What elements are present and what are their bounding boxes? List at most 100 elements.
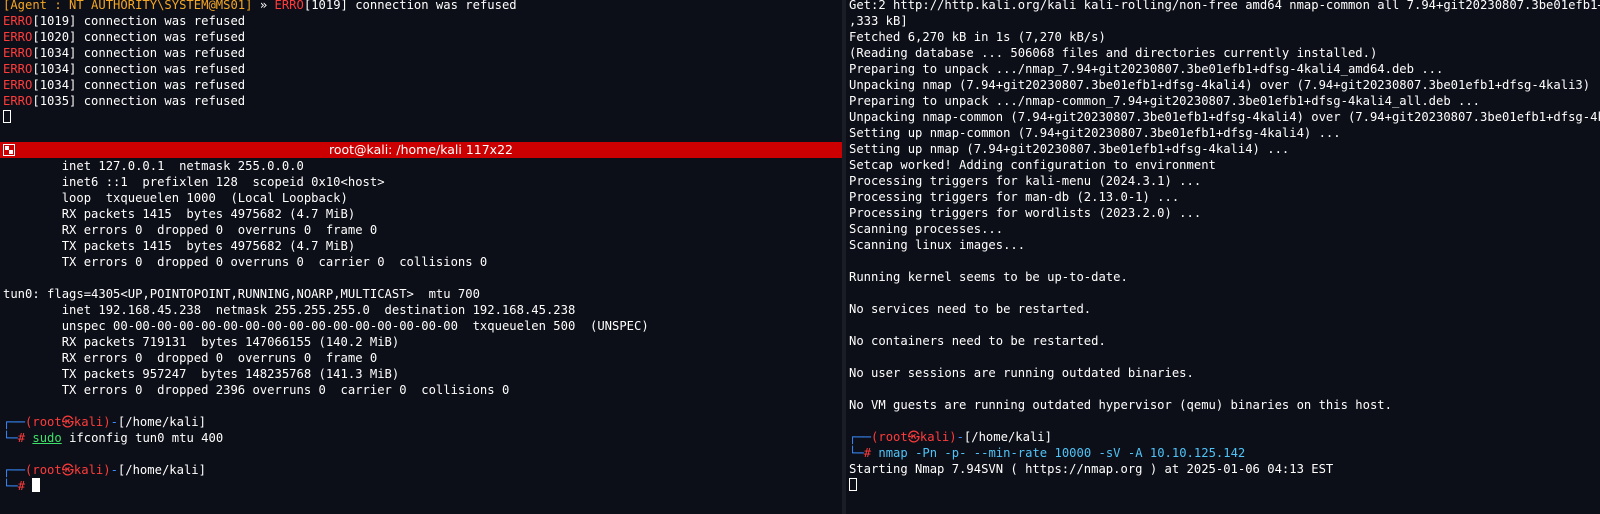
error-message: [1034] connection was refused — [32, 46, 246, 60]
output-line: Unpacking nmap-common (7.94+git20230807.… — [849, 110, 1600, 124]
error-tag: ERRO — [3, 78, 33, 92]
prompt-corner: └─ — [3, 479, 18, 493]
prompt-path: [/home/kali] — [117, 463, 206, 477]
agent-prefix: [Agent : NT AUTHORITY\SYSTEM@MS01] — [3, 0, 253, 12]
error-tag: ERRO — [3, 14, 33, 28]
shell-command-line: └─# sudo ifconfig tun0 mtu 400 — [0, 430, 842, 446]
prompt-dash: - — [956, 430, 964, 444]
output-line: RX packets 1415 bytes 4975682 (4.7 MiB) — [3, 207, 356, 221]
prompt-corner: └─ — [849, 446, 864, 460]
command-args: ifconfig tun0 mtu 400 — [61, 431, 224, 445]
prompt-path: [/home/kali] — [963, 430, 1052, 444]
output-line: inet6 ::1 prefixlen 128 scopeid 0x10<hos… — [3, 175, 385, 189]
error-message: [1020] connection was refused — [32, 30, 246, 44]
terminal-pane-bottom-left[interactable]: root@kali: /home/kali 117x22 inet 127.0.… — [0, 142, 842, 514]
output-line: (Reading database ... 506068 files and d… — [849, 46, 1378, 60]
error-tag: ERRO — [3, 46, 33, 60]
output-line: RX errors 0 dropped 0 overruns 0 frame 0 — [3, 351, 378, 365]
output-line: Scanning linux images... — [849, 238, 1026, 252]
output-line: TX errors 0 dropped 0 overruns 0 carrier… — [3, 255, 488, 269]
error-message: [1019] connection was refused — [32, 14, 246, 28]
output-line: Starting Nmap 7.94SVN ( https://nmap.org… — [849, 462, 1334, 476]
error-tag: ERRO — [274, 0, 304, 12]
prompt-user: (root㉿kali) — [25, 463, 111, 477]
prompt-arrow: » — [252, 0, 275, 12]
output-line: No services need to be restarted. — [849, 302, 1092, 316]
error-message: [1034] connection was refused — [32, 62, 246, 76]
terminal-pane-right[interactable]: Get:2 http://http.kali.org/kali kali-rol… — [846, 0, 1600, 514]
cursor-line[interactable] — [846, 477, 1600, 493]
output-line: Fetched 6,270 kB in 1s (7,270 kB/s) — [849, 30, 1106, 44]
output-line: loop txqueuelen 1000 (Local Loopback) — [3, 191, 348, 205]
output-line: inet 127.0.0.1 netmask 255.0.0.0 — [3, 159, 304, 173]
prompt-hash: # — [17, 431, 33, 445]
output-line: RX errors 0 dropped 0 overruns 0 frame 0 — [3, 223, 378, 237]
output-line: inet 192.168.45.238 netmask 255.255.255.… — [3, 303, 576, 317]
output-line: unspec 00-00-00-00-00-00-00-00-00-00-00-… — [3, 319, 649, 333]
error-line: ERRO[1019] connection was refused — [0, 13, 842, 29]
command-name: sudo — [32, 431, 62, 445]
output-line: TX packets 1415 bytes 4975682 (4.7 MiB) — [3, 239, 356, 253]
terminal-cursor — [32, 478, 41, 492]
cursor-line — [0, 109, 842, 125]
output-line: Scanning processes... — [849, 222, 1004, 236]
output-line: tun0: flags=4305<UP,POINTOPOINT,RUNNING,… — [3, 287, 480, 301]
prompt-user: (root㉿kali) — [25, 415, 111, 429]
shell-command-line: └─# nmap -Pn -p- --min-rate 10000 -sV -A… — [846, 445, 1600, 461]
output-line: No VM guests are running outdated hyperv… — [849, 398, 1392, 412]
output-line: Running kernel seems to be up-to-date. — [849, 270, 1128, 284]
error-line: ERRO[1034] connection was refused — [0, 45, 842, 61]
error-message: [1035] connection was refused — [32, 94, 246, 108]
prompt-dash: - — [110, 415, 118, 429]
terminal-cursor — [849, 478, 857, 491]
shell-prompt-header: ┌──(root㉿kali)-[/home/kali] — [0, 414, 842, 430]
output-line: ,333 kB] — [849, 14, 908, 28]
output-line: Processing triggers for man-db (2.13.0-1… — [849, 190, 1180, 204]
terminal-cursor — [3, 110, 11, 123]
output-line: Setcap worked! Adding configuration to e… — [849, 158, 1216, 172]
error-line: ERRO[1020] connection was refused — [0, 29, 842, 45]
prompt-paren-user: (root㉿kali) — [25, 415, 111, 429]
output-line: Setting up nmap-common (7.94+git20230807… — [849, 126, 1341, 140]
agent-error-line: [Agent : NT AUTHORITY\SYSTEM@MS01] » ERR… — [0, 0, 842, 13]
output-line: TX errors 0 dropped 2396 overruns 0 carr… — [3, 383, 510, 397]
output-line: Preparing to unpack .../nmap-common_7.94… — [849, 94, 1481, 108]
shell-prompt-header: ┌──(root㉿kali)-[/home/kali] — [0, 462, 842, 478]
error-tag: ERRO — [3, 62, 33, 76]
prompt-corner: ┌── — [849, 430, 872, 444]
terminal-window-icon — [3, 144, 15, 156]
output-line: Processing triggers for wordlists (2023.… — [849, 206, 1202, 220]
output-line: RX packets 719131 bytes 147066155 (140.2… — [3, 335, 400, 349]
prompt-hash: # — [17, 479, 33, 493]
error-message: [1034] connection was refused — [32, 78, 246, 92]
prompt-corner: └─ — [3, 431, 18, 445]
terminal-titlebar[interactable]: root@kali: /home/kali 117x22 — [0, 142, 842, 158]
prompt-hash: # — [863, 446, 879, 460]
prompt-dash: - — [110, 463, 118, 477]
output-line: No containers need to be restarted. — [849, 334, 1106, 348]
prompt-path: [/home/kali] — [117, 415, 206, 429]
error-line: ERRO[1034] connection was refused — [0, 61, 842, 77]
terminal-pane-top-left[interactable]: [Agent : NT AUTHORITY\SYSTEM@MS01] » ERR… — [0, 0, 842, 140]
command-args: -Pn -p- --min-rate 10000 -sV -A 10.10.12… — [907, 446, 1246, 460]
output-line: Preparing to unpack .../nmap_7.94+git202… — [849, 62, 1444, 76]
output-line: Get:2 http://http.kali.org/kali kali-rol… — [849, 0, 1600, 12]
prompt-corner: ┌── — [3, 415, 26, 429]
error-message: [1019] connection was refused — [303, 0, 517, 12]
error-line: ERRO[1034] connection was refused — [0, 77, 842, 93]
error-tag: ERRO — [3, 94, 33, 108]
shell-prompt-header: ┌──(root㉿kali)-[/home/kali] — [846, 429, 1600, 445]
output-line: No user sessions are running outdated bi… — [849, 366, 1194, 380]
error-line: ERRO[1035] connection was refused — [0, 93, 842, 109]
shell-input-line[interactable]: └─# — [0, 478, 842, 494]
terminal-title: root@kali: /home/kali 117x22 — [329, 142, 513, 157]
output-line: TX packets 957247 bytes 148235768 (141.3… — [3, 367, 400, 381]
command-name: nmap — [878, 446, 908, 460]
